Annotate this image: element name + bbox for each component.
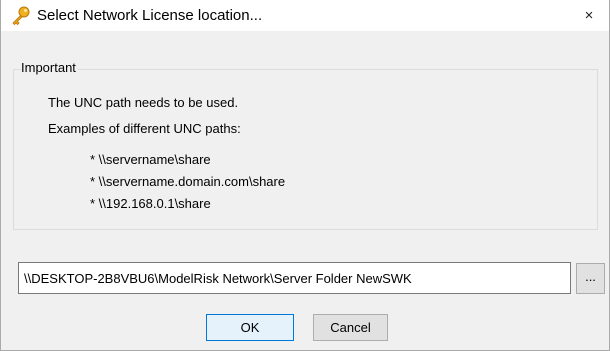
select-network-license-dialog: Select Network License location... × Imp… — [0, 0, 610, 351]
group-legend: Important — [21, 60, 78, 76]
unc-examples-heading: Examples of different UNC paths: — [48, 121, 241, 136]
title-bar[interactable]: Select Network License location... × — [1, 0, 609, 31]
dialog-title: Select Network License location... — [37, 7, 263, 24]
license-path-input[interactable] — [18, 262, 571, 294]
close-icon: × — [584, 7, 594, 24]
unc-requirement-text: The UNC path needs to be used. — [48, 95, 239, 110]
unc-example-line: * \\servername.domain.com\share — [90, 174, 286, 189]
key-icon — [11, 6, 31, 26]
unc-example-line: * \\192.168.0.1\share — [90, 196, 211, 211]
unc-example-line: * \\servername\share — [90, 152, 211, 167]
ok-button[interactable]: OK — [206, 314, 294, 341]
cancel-button[interactable]: Cancel — [313, 314, 388, 341]
browse-button[interactable]: ... — [576, 263, 605, 294]
close-button[interactable]: × — [575, 2, 603, 29]
